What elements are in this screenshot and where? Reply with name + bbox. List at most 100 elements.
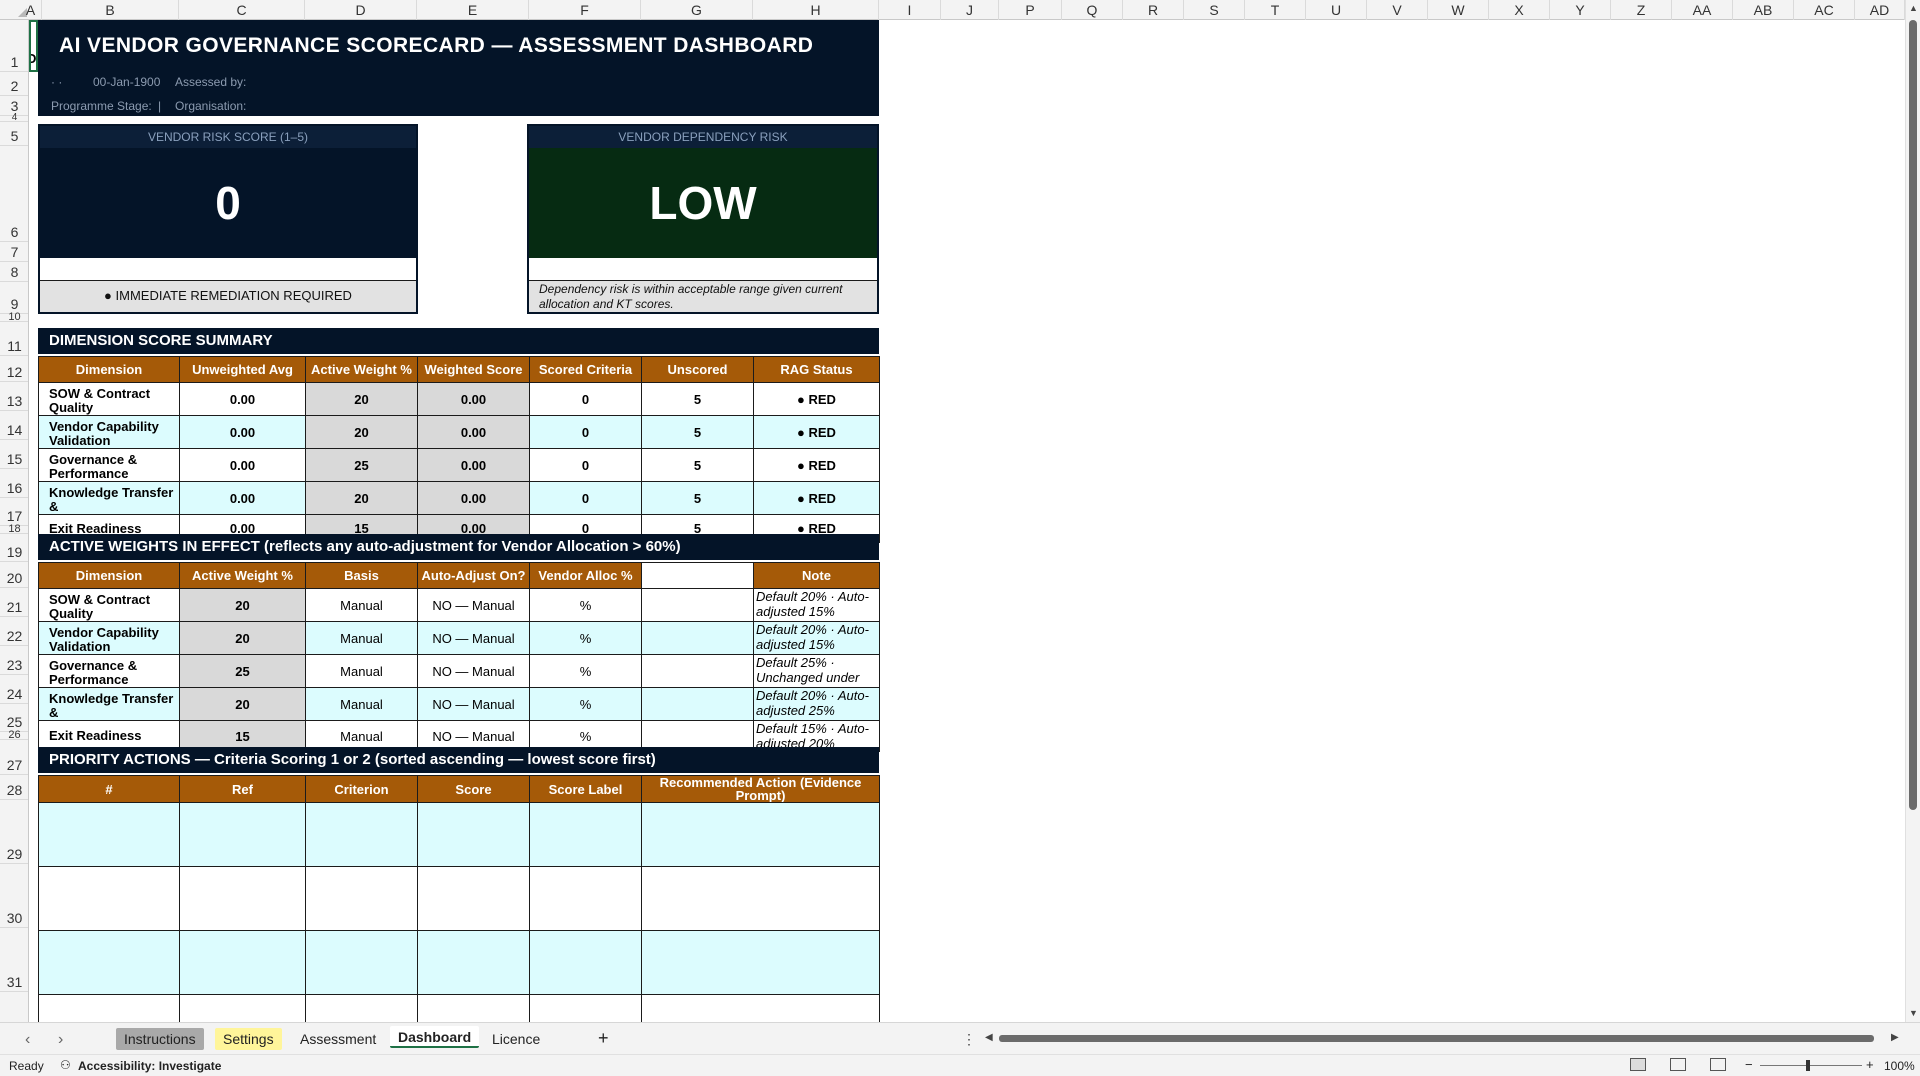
weighted-score-cell[interactable]: 0.00: [417, 382, 530, 416]
row-header-1[interactable]: 1: [0, 20, 28, 72]
dimension-cell[interactable]: Vendor Capability Validation: [38, 621, 180, 655]
score-cell[interactable]: [417, 866, 530, 931]
weighted-score-cell[interactable]: 0.00: [417, 415, 530, 449]
vendor-alloc-cell[interactable]: %: [529, 687, 642, 721]
active-weight-cell[interactable]: 20: [179, 621, 306, 655]
ref-cell[interactable]: [179, 930, 306, 995]
note-cell[interactable]: Default 20% · Auto-adjusted 25%: [753, 687, 880, 721]
score-label-cell[interactable]: [529, 994, 642, 1022]
number-cell[interactable]: [38, 802, 180, 867]
row-header-16[interactable]: 16: [0, 469, 28, 498]
row-header-31[interactable]: 31: [0, 928, 28, 992]
zoom-slider-thumb[interactable]: [1806, 1060, 1810, 1071]
row-header-17[interactable]: 17: [0, 498, 28, 526]
active-weight-cell[interactable]: 20: [179, 588, 306, 622]
active-weight-cell[interactable]: 20: [305, 415, 418, 449]
row-header-28[interactable]: 28: [0, 775, 28, 800]
criterion-cell[interactable]: [305, 802, 418, 867]
rag-status-cell[interactable]: ● RED: [753, 415, 880, 449]
blank-cell[interactable]: [641, 687, 754, 721]
number-cell[interactable]: [38, 994, 180, 1022]
row-header-19[interactable]: 19: [0, 534, 28, 562]
row-header-14[interactable]: 14: [0, 411, 28, 440]
dimension-cell[interactable]: Governance & Performance: [38, 654, 180, 688]
criterion-cell[interactable]: [305, 930, 418, 995]
weighted-score-cell[interactable]: 0.00: [417, 481, 530, 515]
number-cell[interactable]: [38, 930, 180, 995]
row-header-6[interactable]: 6: [0, 146, 28, 242]
blank-cell[interactable]: [641, 621, 754, 655]
active-weight-cell[interactable]: 20: [179, 687, 306, 721]
tab-settings[interactable]: Settings: [215, 1028, 282, 1050]
column-header-Y[interactable]: Y: [1550, 0, 1611, 20]
column-header-C[interactable]: C: [179, 0, 305, 20]
score-label-cell[interactable]: [529, 802, 642, 867]
column-header-V[interactable]: V: [1367, 0, 1428, 20]
scroll-down-arrow-icon[interactable]: ▼: [1909, 1008, 1918, 1018]
column-header-Q[interactable]: Q: [1062, 0, 1123, 20]
dimension-cell[interactable]: Governance & Performance: [38, 448, 180, 482]
scored-criteria-cell[interactable]: 0: [529, 382, 642, 416]
recommended-action-cell[interactable]: [641, 930, 880, 995]
column-header-R[interactable]: R: [1123, 0, 1184, 20]
scored-criteria-cell[interactable]: 0: [529, 448, 642, 482]
scroll-up-arrow-icon[interactable]: ▲: [1909, 3, 1918, 13]
basis-cell[interactable]: Manual: [305, 654, 418, 688]
scroll-left-arrow-icon[interactable]: ◀: [985, 1032, 993, 1043]
note-cell[interactable]: Default 20% · Auto-adjusted 15%: [753, 621, 880, 655]
number-cell[interactable]: [38, 866, 180, 931]
more-options-icon[interactable]: ⋮: [962, 1031, 976, 1048]
row-header-5[interactable]: 5: [0, 122, 28, 146]
ref-cell[interactable]: [179, 994, 306, 1022]
score-cell[interactable]: [417, 802, 530, 867]
active-cell-selection[interactable]: [29, 20, 38, 72]
column-header-H[interactable]: H: [753, 0, 879, 20]
row-header-8[interactable]: 8: [0, 262, 28, 282]
column-header-AC[interactable]: AC: [1794, 0, 1855, 20]
recommended-action-cell[interactable]: [641, 994, 880, 1022]
vendor-alloc-cell[interactable]: %: [529, 654, 642, 688]
horizontal-scrollbar[interactable]: ◀ ▶: [985, 1030, 1900, 1046]
chevron-left-icon[interactable]: ‹: [25, 1031, 30, 1049]
auto-adjust-cell[interactable]: NO — Manual: [417, 654, 530, 688]
row-header-2[interactable]: 2: [0, 72, 28, 96]
column-header-S[interactable]: S: [1184, 0, 1245, 20]
dimension-cell[interactable]: Vendor Capability Validation: [38, 415, 180, 449]
criterion-cell[interactable]: [305, 994, 418, 1022]
column-header-AD[interactable]: AD: [1855, 0, 1905, 20]
tab-licence[interactable]: Licence: [484, 1028, 548, 1050]
add-sheet-button[interactable]: +: [590, 1027, 617, 1049]
dimension-cell[interactable]: Knowledge Transfer &: [38, 481, 180, 515]
rag-status-cell[interactable]: ● RED: [753, 448, 880, 482]
blank-cell[interactable]: [641, 588, 754, 622]
active-weight-cell[interactable]: 20: [305, 481, 418, 515]
unweighted-avg-cell[interactable]: 0.00: [179, 382, 306, 416]
chevron-right-icon[interactable]: ›: [58, 1031, 63, 1049]
ref-cell[interactable]: [179, 866, 306, 931]
column-header-X[interactable]: X: [1489, 0, 1550, 20]
page-layout-icon[interactable]: [1670, 1058, 1686, 1071]
rag-status-cell[interactable]: ● RED: [753, 382, 880, 416]
ref-cell[interactable]: [179, 802, 306, 867]
tab-instructions[interactable]: Instructions: [116, 1028, 204, 1050]
row-header-26[interactable]: 26: [0, 730, 28, 741]
unscored-cell[interactable]: 5: [641, 382, 754, 416]
scroll-right-arrow-icon[interactable]: ▶: [1891, 1032, 1899, 1043]
vertical-scrollbar[interactable]: ▲ ▼: [1905, 0, 1920, 1022]
unweighted-avg-cell[interactable]: 0.00: [179, 415, 306, 449]
row-header-23[interactable]: 23: [0, 646, 28, 675]
active-weight-cell[interactable]: 25: [305, 448, 418, 482]
auto-adjust-cell[interactable]: NO — Manual: [417, 588, 530, 622]
dimension-cell[interactable]: Knowledge Transfer &: [38, 687, 180, 721]
basis-cell[interactable]: Manual: [305, 588, 418, 622]
recommended-action-cell[interactable]: [641, 866, 880, 931]
row-header-7[interactable]: 7: [0, 242, 28, 262]
row-header-29[interactable]: 29: [0, 800, 28, 864]
row-header-18[interactable]: 18: [0, 524, 28, 535]
blank-cell[interactable]: [641, 654, 754, 688]
zoom-level[interactable]: 100%: [1884, 1059, 1915, 1073]
auto-adjust-cell[interactable]: NO — Manual: [417, 687, 530, 721]
row-header-11[interactable]: 11: [0, 322, 28, 356]
scored-criteria-cell[interactable]: 0: [529, 415, 642, 449]
column-header-F[interactable]: F: [529, 0, 641, 20]
